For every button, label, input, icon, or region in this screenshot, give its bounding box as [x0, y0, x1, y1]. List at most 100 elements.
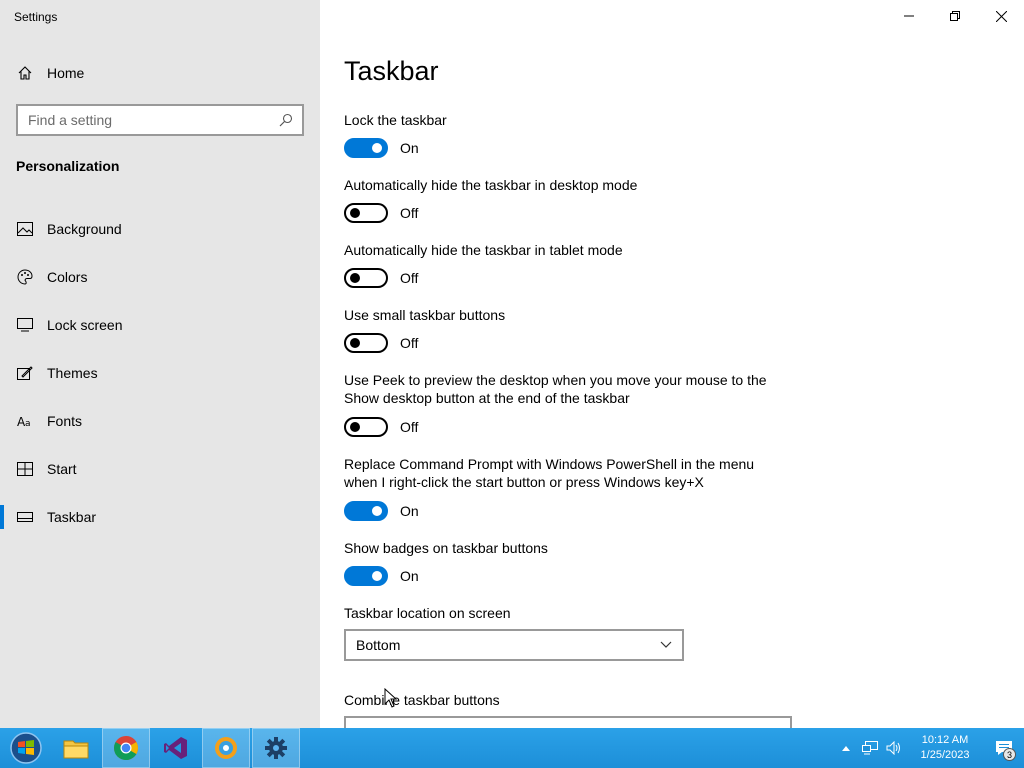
monitor-icon: [16, 316, 34, 334]
powershell-toggle[interactable]: [344, 501, 388, 521]
chevron-up-icon: [842, 746, 850, 751]
font-icon: Aa: [16, 412, 34, 430]
sidebar: Settings Home Personalization Background…: [0, 0, 320, 730]
network-button[interactable]: [858, 728, 882, 768]
toggle-state: On: [400, 568, 419, 584]
volume-icon: [886, 741, 900, 755]
brush-icon: [16, 364, 34, 382]
sidebar-item-label: Background: [47, 221, 122, 237]
chrome-icon: [113, 736, 138, 761]
toggle-knob: [350, 338, 360, 348]
restore-icon: [950, 11, 960, 21]
page-title: Taskbar: [344, 56, 439, 86]
settings-gear-icon: [265, 737, 287, 759]
home-label: Home: [47, 65, 85, 81]
autohide-tablet-toggle[interactable]: [344, 268, 388, 288]
sidebar-item-themes[interactable]: Themes: [0, 349, 320, 397]
search-input[interactable]: [28, 112, 278, 128]
image-icon: [16, 220, 34, 238]
setting-label: Use Peek to preview the desktop when you…: [344, 372, 767, 406]
small-buttons-toggle-row: Off: [344, 333, 418, 353]
taskbar-browser[interactable]: [202, 728, 250, 768]
sidebar-item-fonts[interactable]: Aa Fonts: [0, 397, 320, 445]
browser-icon: [215, 737, 237, 759]
setting-label: Lock the taskbar: [344, 112, 447, 128]
combine-buttons-label: Combine taskbar buttons: [344, 692, 500, 708]
autohide-tablet-toggle-row: Off: [344, 268, 418, 288]
toggle-state: Off: [400, 205, 419, 221]
minimize-button[interactable]: [886, 0, 932, 32]
show-hidden-icons-button[interactable]: [834, 728, 858, 768]
volume-button[interactable]: [882, 728, 906, 768]
action-center-button[interactable]: 3: [984, 728, 1024, 768]
sidebar-item-label: Lock screen: [47, 317, 123, 333]
toggle-knob: [350, 273, 360, 283]
app-title: Settings: [14, 10, 58, 24]
autohide-desktop-toggle[interactable]: [344, 203, 388, 223]
close-icon: [995, 10, 1007, 22]
toggle-state: Off: [400, 335, 419, 351]
file-explorer-icon: [63, 740, 89, 759]
toggle-state: On: [400, 503, 419, 519]
setting-label: Automatically hide the taskbar in deskto…: [344, 177, 638, 193]
system-tray: 10:12 AM 1/25/2023 3: [834, 728, 1024, 768]
windows-orb-icon: [10, 732, 42, 764]
toggle-knob: [372, 506, 382, 516]
dropdown-value: Bottom: [356, 637, 401, 653]
badges-toggle-row: On: [344, 566, 419, 586]
taskbar: 10:12 AM 1/25/2023 3: [0, 728, 1024, 768]
grid-icon: [16, 460, 34, 478]
toggle-knob: [372, 143, 382, 153]
palette-icon: [16, 268, 34, 286]
clock-time: 10:12 AM: [921, 734, 969, 746]
sidebar-item-label: Themes: [47, 365, 98, 381]
toggle-state: Off: [400, 270, 419, 286]
sidebar-item-colors[interactable]: Colors: [0, 253, 320, 301]
search-box[interactable]: [16, 104, 304, 136]
sidebar-nav: Background Colors Lock screen Themes Aa …: [0, 205, 320, 541]
taskbar-location-dropdown[interactable]: Bottom: [344, 629, 684, 661]
taskbar-file-explorer[interactable]: [52, 728, 100, 768]
sidebar-item-label: Taskbar: [47, 509, 97, 525]
svg-text:a: a: [25, 419, 31, 428]
sidebar-item-taskbar[interactable]: Taskbar: [0, 493, 320, 541]
lock-taskbar-toggle[interactable]: [344, 138, 388, 158]
setting-label: Show badges on taskbar buttons: [344, 540, 548, 556]
taskbar-visual-studio[interactable]: [152, 728, 200, 768]
toggle-knob: [350, 422, 360, 432]
section-title: Personalization: [16, 158, 120, 174]
lock-taskbar-toggle-row: On: [344, 138, 419, 158]
setting-label: Replace Command Prompt with Windows Powe…: [344, 456, 755, 490]
home-nav-item[interactable]: Home: [0, 58, 320, 88]
powershell-toggle-row: On: [344, 501, 419, 521]
clock-date: 1/25/2023: [920, 749, 970, 761]
notification-count-badge: 3: [1003, 748, 1016, 761]
setting-label: Automatically hide the taskbar in tablet…: [344, 242, 623, 258]
sidebar-item-start[interactable]: Start: [0, 445, 320, 493]
home-icon: [16, 64, 34, 82]
sidebar-item-background[interactable]: Background: [0, 205, 320, 253]
small-buttons-toggle[interactable]: [344, 333, 388, 353]
minimize-icon: [904, 15, 914, 17]
chevron-down-icon: [660, 641, 672, 648]
search-icon[interactable]: [278, 112, 294, 128]
mouse-cursor-icon: [384, 688, 398, 708]
restore-button[interactable]: [932, 0, 978, 32]
peek-toggle[interactable]: [344, 417, 388, 437]
taskbar-chrome[interactable]: [102, 728, 150, 768]
taskbar-settings[interactable]: [252, 728, 300, 768]
sidebar-item-label: Start: [47, 461, 77, 477]
badges-toggle[interactable]: [344, 566, 388, 586]
close-button[interactable]: [978, 0, 1024, 32]
sidebar-item-lock-screen[interactable]: Lock screen: [0, 301, 320, 349]
toggle-state: Off: [400, 419, 419, 435]
network-icon: [862, 741, 878, 755]
setting-label: Use small taskbar buttons: [344, 307, 506, 323]
clock[interactable]: 10:12 AM 1/25/2023: [912, 733, 978, 763]
start-button[interactable]: [0, 728, 52, 768]
taskbar-location-label: Taskbar location on screen: [344, 605, 511, 621]
taskbar-icon: [16, 508, 34, 526]
toggle-knob: [350, 208, 360, 218]
autohide-desktop-toggle-row: Off: [344, 203, 418, 223]
visual-studio-icon: [164, 737, 187, 759]
